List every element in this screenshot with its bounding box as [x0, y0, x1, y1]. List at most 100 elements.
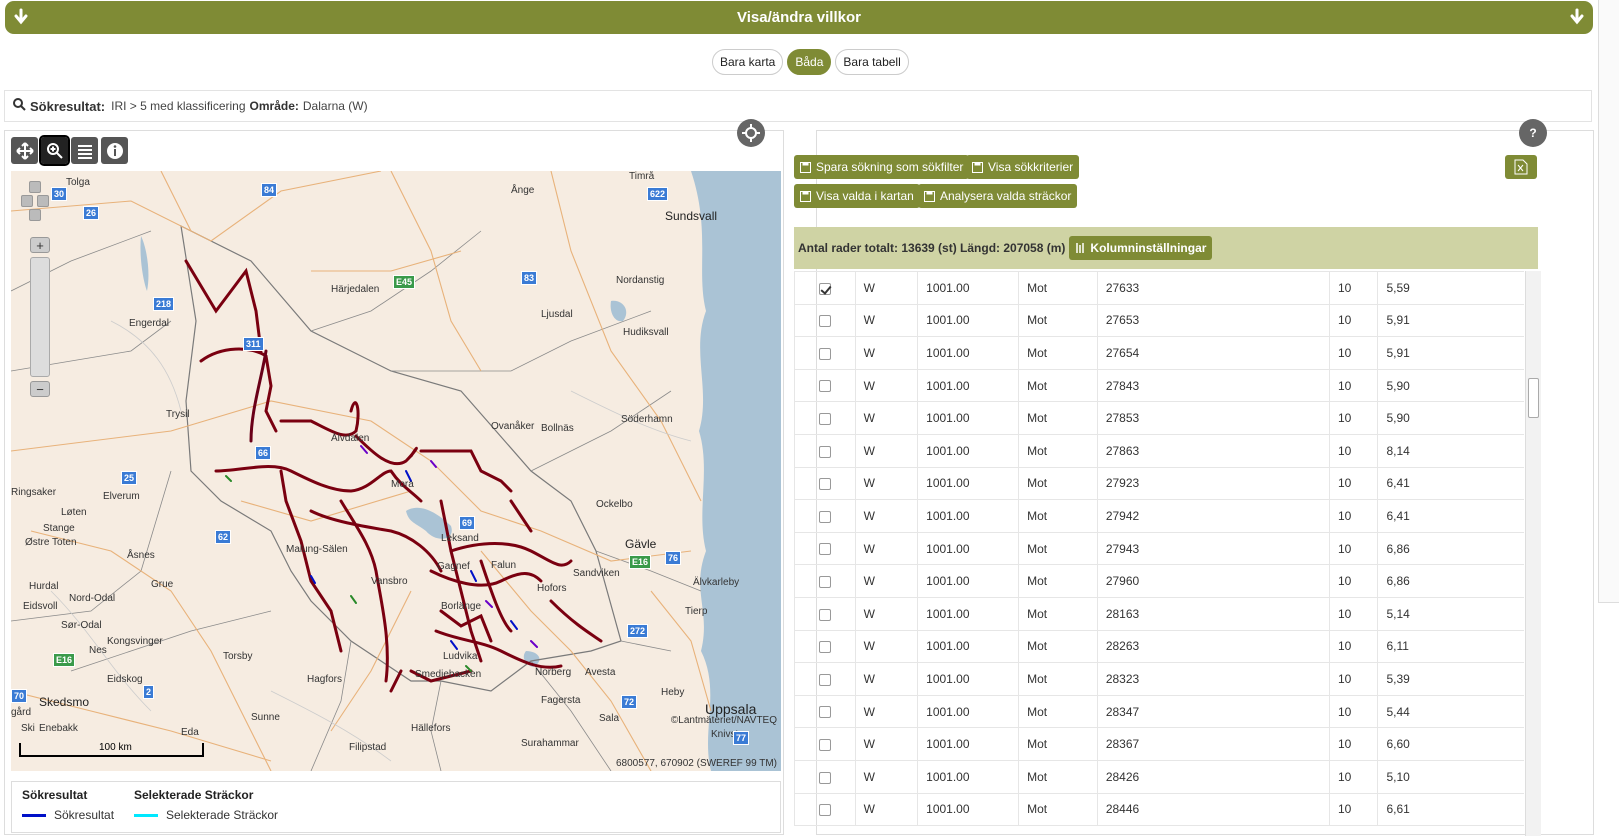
- table-scrollbar[interactable]: [1525, 271, 1541, 836]
- search-icon: [13, 98, 26, 114]
- cell-len: 10: [1328, 629, 1379, 664]
- area-label: Område:: [249, 99, 299, 113]
- help-button[interactable]: ?: [1519, 119, 1547, 147]
- zoom-slider[interactable]: [30, 257, 50, 377]
- place-label: Heby: [661, 687, 685, 698]
- table-row[interactable]: W 1001.00 Mot 27843 10 5,90: [794, 368, 1524, 403]
- table-row[interactable]: W 1001.00 Mot 28163 10 5,14: [794, 596, 1524, 631]
- table-row[interactable]: W 1001.00 Mot 28446 10 6,61: [794, 792, 1524, 827]
- row-checkbox[interactable]: [818, 347, 831, 360]
- cell-lan: W: [854, 564, 919, 598]
- row-checkbox[interactable]: [818, 315, 831, 328]
- table-row[interactable]: W 1001.00 Mot 27853 10 5,90: [794, 401, 1524, 435]
- table-row[interactable]: W 1001.00 Mot 27863 10 8,14: [794, 433, 1524, 468]
- select-cell[interactable]: [794, 271, 856, 305]
- info-button[interactable]: [101, 137, 128, 164]
- row-checkbox[interactable]: [818, 608, 831, 621]
- row-checkbox[interactable]: [818, 478, 831, 491]
- table-row[interactable]: W 1001.00 Mot 27960 10 6,86: [794, 564, 1524, 598]
- table-row[interactable]: W 1001.00 Mot 27654 10 5,91: [794, 336, 1524, 370]
- row-checkbox[interactable]: [818, 445, 831, 458]
- layers-button[interactable]: [71, 137, 98, 164]
- table-only-button[interactable]: Bara tabell: [835, 49, 909, 75]
- cell-vag: 1001.00: [917, 759, 1020, 794]
- select-cell[interactable]: [794, 759, 856, 794]
- result-table-panel: ? Spara sökning som sökfilter Visa sökkr…: [794, 119, 1594, 836]
- table-row[interactable]: W 1001.00 Mot 27942 10 6,41: [794, 499, 1524, 533]
- conditions-banner[interactable]: Visa/ändra villkor: [5, 1, 1593, 34]
- row-checkbox[interactable]: [818, 543, 831, 556]
- map-only-button[interactable]: Bara karta: [712, 49, 784, 75]
- place-label: Bollnäs: [541, 423, 574, 434]
- zoom-in-button[interactable]: +: [30, 237, 50, 253]
- cell-vag: 1001.00: [917, 466, 1020, 501]
- select-cell[interactable]: [794, 433, 856, 468]
- scroll-thumb[interactable]: [1528, 378, 1539, 418]
- row-checkbox[interactable]: [818, 706, 831, 719]
- table-row[interactable]: W 1001.00 Mot 27653 10 5,91: [794, 303, 1524, 338]
- row-checkbox[interactable]: [818, 641, 831, 654]
- select-cell[interactable]: [794, 596, 856, 631]
- table-row[interactable]: W 1001.00 Mot 28323 10 5,39: [794, 662, 1524, 696]
- select-cell[interactable]: [794, 499, 856, 533]
- place-label: Hällefors: [411, 723, 451, 734]
- arrow-down-icon[interactable]: [1567, 7, 1587, 27]
- row-checkbox[interactable]: [818, 380, 831, 393]
- cell-iri: 6,41: [1377, 466, 1524, 501]
- table-row[interactable]: W 1001.00 Mot 28367 10 6,60: [794, 727, 1524, 761]
- cell-vag: 1001.00: [917, 596, 1020, 631]
- show-selected-on-map-button[interactable]: Visa valda i kartan: [794, 184, 920, 208]
- row-checkbox[interactable]: [818, 738, 831, 751]
- table-row[interactable]: W 1001.00 Mot 27633 10 5,59: [794, 271, 1524, 305]
- select-cell[interactable]: [794, 303, 856, 338]
- select-cell[interactable]: [794, 401, 856, 435]
- table-row[interactable]: W 1001.00 Mot 28263 10 6,11: [794, 629, 1524, 664]
- select-cell[interactable]: [794, 694, 856, 729]
- analyse-selected-button[interactable]: Analysera valda sträckor: [918, 184, 1078, 208]
- place-label: Engerdal: [129, 318, 170, 329]
- export-excel-button[interactable]: [1505, 155, 1537, 179]
- pan-tool-button[interactable]: [11, 137, 38, 164]
- cell-dir: Mot: [1018, 303, 1098, 338]
- select-cell[interactable]: [794, 564, 856, 598]
- column-settings-button[interactable]: Kolumninställningar: [1069, 236, 1213, 260]
- page-scrollbar[interactable]: [1598, 0, 1619, 603]
- row-checkbox[interactable]: [818, 673, 831, 686]
- row-checkbox[interactable]: [818, 804, 831, 817]
- table-row[interactable]: W 1001.00 Mot 28426 10 5,10: [794, 759, 1524, 794]
- select-cell[interactable]: [794, 336, 856, 370]
- cell-iri: 6,86: [1377, 564, 1524, 598]
- cell-lan: W: [854, 727, 919, 761]
- row-checkbox[interactable]: [818, 413, 831, 425]
- cell-start: 28426: [1096, 759, 1330, 794]
- show-criteria-button[interactable]: Visa sökkriterier: [966, 155, 1080, 179]
- table-row[interactable]: W 1001.00 Mot 28347 10 5,44: [794, 694, 1524, 729]
- select-cell[interactable]: [794, 792, 856, 827]
- arrow-down-icon[interactable]: [11, 7, 31, 27]
- select-cell[interactable]: [794, 466, 856, 501]
- map-canvas[interactable]: + − Tolga Ånge Timrå Sundsvall Härjedale…: [11, 171, 781, 771]
- select-cell[interactable]: [794, 629, 856, 664]
- cell-len: 10: [1328, 759, 1379, 794]
- row-checkbox[interactable]: [818, 575, 831, 588]
- cell-lan: W: [854, 466, 919, 501]
- row-checkbox[interactable]: [818, 771, 831, 784]
- pan-control[interactable]: [21, 181, 49, 221]
- select-cell[interactable]: [794, 727, 856, 761]
- zoom-out-button[interactable]: −: [30, 381, 50, 397]
- both-button[interactable]: Båda: [787, 49, 832, 75]
- row-checkbox[interactable]: [818, 510, 831, 523]
- select-cell[interactable]: [794, 662, 856, 696]
- select-cell[interactable]: [794, 368, 856, 403]
- place-label: Skedsmo: [39, 695, 90, 709]
- table-row[interactable]: W 1001.00 Mot 27943 10 6,86: [794, 531, 1524, 566]
- table-row[interactable]: W 1001.00 Mot 27923 10 6,41: [794, 466, 1524, 501]
- select-cell[interactable]: [794, 531, 856, 566]
- cell-iri: 5,91: [1377, 336, 1524, 370]
- save-filter-button[interactable]: Spara sökning som sökfilter: [794, 155, 970, 179]
- zoom-tool-button[interactable]: [39, 135, 70, 166]
- road-shield: E45: [393, 275, 416, 289]
- row-checkbox[interactable]: [818, 282, 831, 295]
- cell-dir: Mot: [1018, 792, 1098, 827]
- expand-map-button[interactable]: [737, 119, 765, 147]
